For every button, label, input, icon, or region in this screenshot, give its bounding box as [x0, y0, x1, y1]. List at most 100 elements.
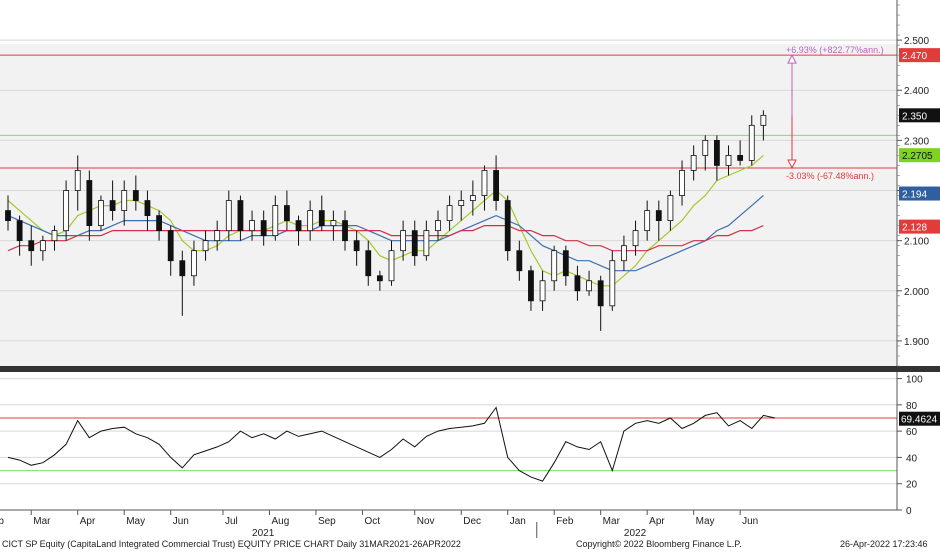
- month-label: Oct: [364, 516, 380, 527]
- month-label: Apr: [649, 516, 665, 527]
- rsi-tick-label: 0: [906, 506, 912, 517]
- price-tag-label: 2.194: [902, 190, 927, 201]
- candle-body: [655, 210, 662, 222]
- candle-body: [435, 220, 441, 232]
- price-tick-label: 2.100: [904, 237, 929, 248]
- candle-body: [353, 240, 360, 252]
- rsi-tick-label: 60: [906, 427, 918, 438]
- candle-body: [423, 230, 430, 257]
- candle-body: [214, 230, 221, 242]
- candle-body: [528, 270, 534, 302]
- candle-body: [376, 275, 383, 282]
- candle-body: [539, 280, 546, 302]
- candle-body: [725, 155, 732, 166]
- footer-timestamp: 26-Apr-2022 17:23:46: [840, 539, 928, 549]
- month-label: May: [126, 516, 145, 527]
- month-label: Sep: [318, 516, 336, 527]
- candle-body: [295, 220, 302, 232]
- candle-body: [144, 200, 151, 216]
- candle-body: [667, 195, 674, 222]
- candle-body: [551, 250, 558, 282]
- candle-body: [586, 280, 592, 292]
- month-label: Jun: [742, 516, 758, 527]
- rsi-tick-label: 40: [906, 453, 918, 464]
- candle-body: [365, 250, 372, 277]
- footer-security-description: CICT SP Equity (CapitaLand Integrated Co…: [2, 539, 461, 549]
- candle-body: [632, 230, 639, 247]
- down-change-label: -3.03% (-67.48%ann.): [786, 171, 874, 181]
- candle-body: [16, 220, 23, 242]
- month-label: Jan: [510, 516, 526, 527]
- candle-body: [562, 250, 569, 277]
- candle-body: [597, 280, 604, 307]
- candle-body: [51, 230, 58, 242]
- month-label: Mar: [33, 516, 51, 527]
- month-label: Aug: [271, 516, 289, 527]
- month-label: Nov: [417, 516, 435, 527]
- rsi-last-tag-label: 69.4624: [901, 415, 938, 426]
- price-tag-label: 2.2705: [902, 151, 933, 162]
- candle-body: [760, 114, 767, 126]
- rsi-panel-background: [0, 372, 897, 510]
- month-label: Feb: [0, 516, 4, 527]
- candle-body: [132, 190, 139, 201]
- price-panel-top-white: [0, 0, 897, 44]
- footer-copyright: Copyright© 2022 Bloomberg Finance L.P.: [576, 539, 742, 549]
- candle-body: [307, 210, 314, 232]
- candle-body: [388, 250, 395, 282]
- price-tick-label: 2.300: [904, 136, 929, 147]
- candle-body: [713, 139, 720, 166]
- candle-body: [621, 245, 627, 262]
- candle-body: [644, 210, 651, 232]
- panel-divider: [0, 366, 940, 372]
- price-tick-label: 2.500: [904, 36, 929, 47]
- candle-body: [469, 195, 476, 201]
- rsi-tick-label: 100: [906, 375, 923, 386]
- year-label: 2022: [624, 528, 647, 538]
- candle-body: [156, 215, 162, 232]
- candle-body: [28, 240, 35, 252]
- candle-body: [679, 170, 685, 196]
- candle-body: [737, 155, 744, 161]
- candle-body: [702, 139, 709, 156]
- candle-body: [98, 200, 104, 227]
- footer-bar: CICT SP Equity (CapitaLand Integrated Co…: [0, 538, 940, 552]
- candle-body: [249, 220, 255, 232]
- price-tick-label: 2.400: [904, 86, 929, 97]
- up-change-label: +6.93% (+822.77%ann.): [786, 45, 884, 55]
- candle-body: [481, 170, 488, 196]
- candle-body: [690, 155, 697, 171]
- rsi-tick-label: 80: [906, 401, 918, 412]
- candle-body: [574, 275, 581, 292]
- price-tick-label: 2.000: [904, 287, 929, 298]
- year-label: 2021: [252, 528, 275, 538]
- candle-body: [109, 200, 116, 211]
- month-label: Feb: [556, 516, 574, 527]
- candle-body: [179, 260, 186, 277]
- candle-body: [5, 210, 11, 222]
- candle-body: [609, 260, 616, 307]
- candle-body: [284, 205, 290, 222]
- candle-body: [225, 200, 232, 232]
- candle-body: [272, 205, 279, 237]
- time-x-axis: Feb Mar Apr May Jun Jul Aug Sep Oct Nov Dec Jan Feb M…: [0, 509, 897, 538]
- price-tag-label: 2.350: [902, 111, 927, 122]
- candle-body: [411, 230, 418, 257]
- price-tick-label: 1.900: [904, 337, 929, 348]
- month-label: Apr: [80, 516, 96, 527]
- candle-body: [260, 220, 267, 237]
- candle-body: [748, 124, 755, 161]
- month-label: May: [696, 516, 715, 527]
- candle-body: [237, 200, 244, 232]
- candle-body: [400, 230, 407, 252]
- candle-body: [167, 230, 174, 262]
- month-label: Dec: [463, 516, 481, 527]
- candle-body: [504, 200, 511, 252]
- candle-body: [446, 205, 453, 222]
- month-label: Jul: [225, 516, 238, 527]
- candle-body: [342, 220, 348, 242]
- month-label: Jun: [173, 516, 189, 527]
- candle-body: [121, 190, 128, 211]
- candle-body: [516, 250, 523, 272]
- candle-body: [493, 170, 499, 201]
